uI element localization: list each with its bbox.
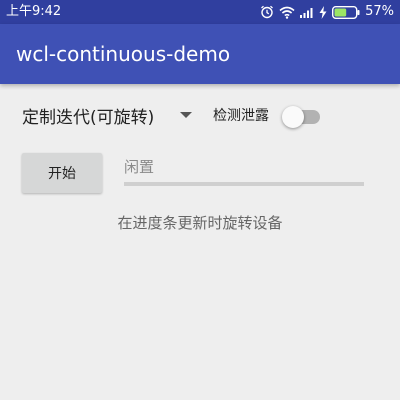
charging-icon	[319, 5, 327, 19]
spinner-selected-value: 定制迭代(可旋转)	[22, 107, 155, 128]
status-icons: 57%	[260, 3, 394, 21]
start-button[interactable]: 开始	[22, 153, 102, 193]
battery-icon	[332, 5, 360, 19]
leak-detection-switch[interactable]	[282, 106, 322, 128]
status-time: 上午9:42	[6, 4, 62, 19]
app-title: wcl-continuous-demo	[16, 42, 231, 66]
task-status-text: 闲置	[124, 158, 155, 176]
app-screen: 上午9:42 57% wcl-continuous-demo 定制迭代(可旋转)…	[0, 0, 400, 400]
signal-icon	[300, 8, 313, 18]
dropdown-arrow-icon	[180, 112, 192, 118]
switch-thumb	[282, 106, 304, 128]
alarm-icon	[261, 5, 274, 19]
wifi-icon	[279, 6, 295, 19]
status-bar: 上午9:42 57%	[0, 0, 400, 24]
battery-percent: 57%	[365, 4, 394, 19]
progress-bar	[124, 182, 364, 186]
iteration-mode-spinner[interactable]: 定制迭代(可旋转)	[22, 100, 198, 130]
leak-detection-label: 检测泄露	[213, 108, 269, 124]
rotate-hint-text: 在进度条更新时旋转设备	[117, 214, 283, 232]
app-bar: wcl-continuous-demo	[0, 24, 400, 84]
